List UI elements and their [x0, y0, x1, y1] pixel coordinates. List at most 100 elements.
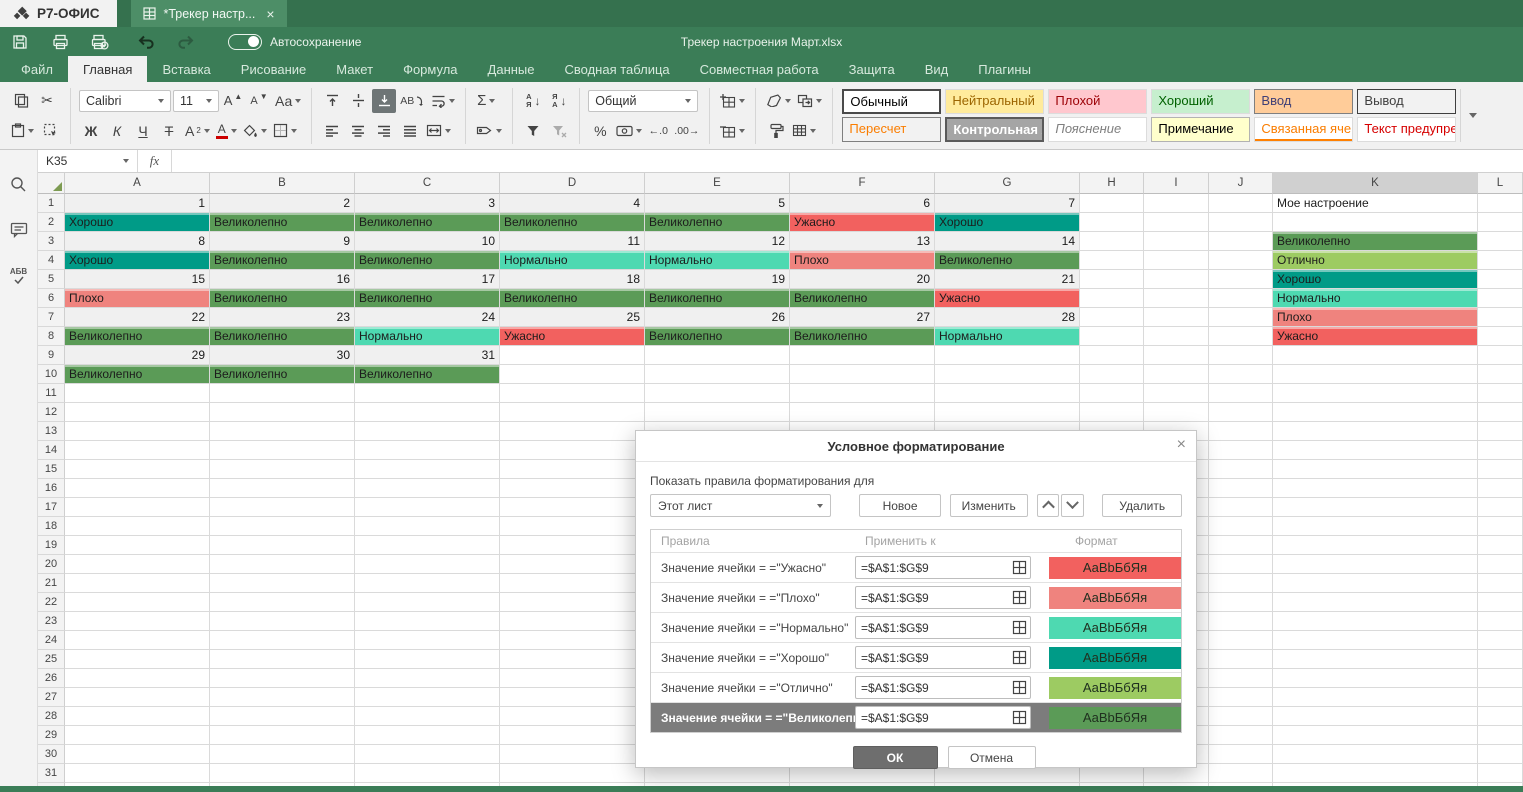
cell-K18[interactable] — [1273, 517, 1478, 536]
number-format-select[interactable]: Общий — [588, 90, 698, 112]
row-header-12[interactable]: 12 — [38, 403, 65, 422]
decrease-decimal-button[interactable]: ←.0 — [646, 119, 670, 143]
cell-L6[interactable] — [1478, 289, 1523, 308]
row-header-21[interactable]: 21 — [38, 574, 65, 593]
cell-L9[interactable] — [1478, 346, 1523, 365]
cell-D14[interactable] — [500, 441, 645, 460]
cell-K25[interactable] — [1273, 650, 1478, 669]
row-header-4[interactable]: 4 — [38, 251, 65, 270]
cell-B6[interactable]: Великолепно — [210, 289, 355, 308]
cell-C23[interactable] — [355, 612, 500, 631]
cell-C22[interactable] — [355, 593, 500, 612]
cell-H7[interactable] — [1080, 308, 1144, 327]
cell-J5[interactable] — [1209, 270, 1273, 289]
cell-D28[interactable] — [500, 707, 645, 726]
row-header-15[interactable]: 15 — [38, 460, 65, 479]
menu-tab-Вид[interactable]: Вид — [910, 56, 964, 82]
cell-L20[interactable] — [1478, 555, 1523, 574]
cell-B13[interactable] — [210, 422, 355, 441]
gallery-expand-button[interactable] — [1460, 89, 1484, 142]
cell-K6[interactable]: Нормально — [1273, 289, 1478, 308]
cell-D22[interactable] — [500, 593, 645, 612]
cell-L14[interactable] — [1478, 441, 1523, 460]
row-header-22[interactable]: 22 — [38, 593, 65, 612]
row-header-10[interactable]: 10 — [38, 365, 65, 384]
cell-style-Обычный[interactable]: Обычный — [842, 89, 941, 114]
edit-rule-button[interactable]: Изменить — [950, 494, 1028, 517]
cell-K13[interactable] — [1273, 422, 1478, 441]
cell-A24[interactable] — [65, 631, 210, 650]
cell-H4[interactable] — [1080, 251, 1144, 270]
cell-K1[interactable]: Мое настроение — [1273, 194, 1478, 213]
increase-decimal-button[interactable]: .00→ — [672, 119, 701, 143]
cell-K27[interactable] — [1273, 688, 1478, 707]
cell-G2[interactable]: Хорошо — [935, 213, 1080, 232]
cell-C4[interactable]: Великолепно — [355, 251, 500, 270]
cell-C12[interactable] — [355, 403, 500, 422]
cell-D25[interactable] — [500, 650, 645, 669]
cell-E3[interactable]: 12 — [645, 232, 790, 251]
cell-J22[interactable] — [1209, 593, 1273, 612]
cell-G6[interactable]: Ужасно — [935, 289, 1080, 308]
close-document-icon[interactable]: × — [266, 6, 274, 22]
cell-B17[interactable] — [210, 498, 355, 517]
cell-D7[interactable]: 25 — [500, 308, 645, 327]
cell-B10[interactable]: Великолепно — [210, 365, 355, 384]
select-all-corner[interactable] — [38, 173, 65, 194]
cell-L4[interactable] — [1478, 251, 1523, 270]
cell-A27[interactable] — [65, 688, 210, 707]
cell-J3[interactable] — [1209, 232, 1273, 251]
cell-E5[interactable]: 19 — [645, 270, 790, 289]
cell-L27[interactable] — [1478, 688, 1523, 707]
cell-H3[interactable] — [1080, 232, 1144, 251]
cell-style-Вывод[interactable]: Вывод — [1357, 89, 1456, 114]
cell-J21[interactable] — [1209, 574, 1273, 593]
cell-L24[interactable] — [1478, 631, 1523, 650]
column-header-C[interactable]: C — [355, 173, 500, 194]
cell-G9[interactable] — [935, 346, 1080, 365]
cell-K8[interactable]: Ужасно — [1273, 327, 1478, 346]
row-header-19[interactable]: 19 — [38, 536, 65, 555]
cell-C10[interactable]: Великолепно — [355, 365, 500, 384]
cell-L7[interactable] — [1478, 308, 1523, 327]
cell-E6[interactable]: Великолепно — [645, 289, 790, 308]
cell-K11[interactable] — [1273, 384, 1478, 403]
cell-D10[interactable] — [500, 365, 645, 384]
cell-A2[interactable]: Хорошо — [65, 213, 210, 232]
cell-K24[interactable] — [1273, 631, 1478, 650]
cell-E2[interactable]: Великолепно — [645, 213, 790, 232]
rule-row-6[interactable]: Значение ячейки = ="Великолепно"АаBbБбЯя — [651, 702, 1181, 732]
cell-C7[interactable]: 24 — [355, 308, 500, 327]
align-middle-button[interactable] — [346, 89, 370, 113]
cell-C21[interactable] — [355, 574, 500, 593]
cell-F8[interactable]: Великолепно — [790, 327, 935, 346]
cell-A9[interactable]: 29 — [65, 346, 210, 365]
format-painter-button[interactable] — [764, 119, 788, 143]
cell-A21[interactable] — [65, 574, 210, 593]
cell-B15[interactable] — [210, 460, 355, 479]
align-bottom-button[interactable] — [372, 89, 396, 113]
cell-L2[interactable] — [1478, 213, 1523, 232]
italic-button[interactable]: К — [105, 119, 129, 143]
cell-B20[interactable] — [210, 555, 355, 574]
menu-tab-Вставка[interactable]: Вставка — [147, 56, 225, 82]
cell-H9[interactable] — [1080, 346, 1144, 365]
cell-style-Примечание[interactable]: Примечание — [1151, 117, 1250, 142]
cell-B28[interactable] — [210, 707, 355, 726]
cell-D27[interactable] — [500, 688, 645, 707]
row-header-2[interactable]: 2 — [38, 213, 65, 232]
cell-C13[interactable] — [355, 422, 500, 441]
insert-cells-button[interactable] — [718, 89, 747, 113]
cell-F12[interactable] — [790, 403, 935, 422]
cell-F10[interactable] — [790, 365, 935, 384]
select-button[interactable] — [38, 119, 62, 143]
cell-F3[interactable]: 13 — [790, 232, 935, 251]
cell-B16[interactable] — [210, 479, 355, 498]
row-header-13[interactable]: 13 — [38, 422, 65, 441]
cell-A25[interactable] — [65, 650, 210, 669]
menu-tab-Сводная таблица[interactable]: Сводная таблица — [550, 56, 685, 82]
column-header-D[interactable]: D — [500, 173, 645, 194]
menu-tab-Формула[interactable]: Формула — [388, 56, 472, 82]
cell-G1[interactable]: 7 — [935, 194, 1080, 213]
cell-J28[interactable] — [1209, 707, 1273, 726]
